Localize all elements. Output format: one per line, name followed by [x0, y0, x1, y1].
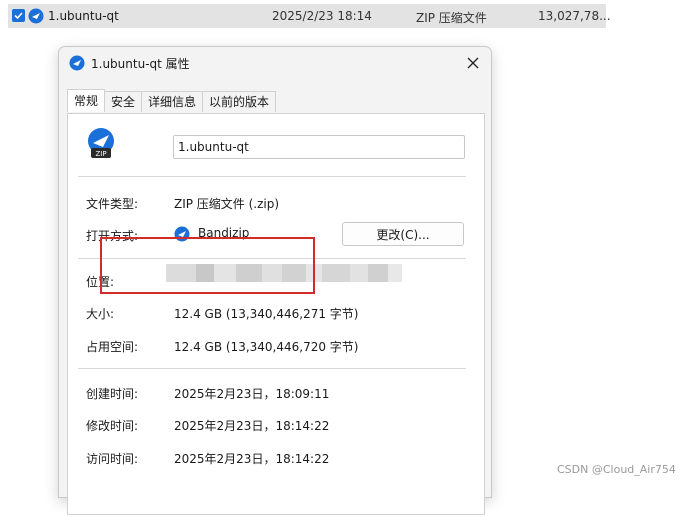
- checkbox-checked-icon[interactable]: [12, 9, 25, 22]
- general-panel: ZIP 文件类型: ZIP 压缩文件 (.zip) 打开方式: Bandizip…: [67, 113, 485, 515]
- bandizip-icon: [28, 8, 44, 24]
- dialog-titlebar[interactable]: 1.ubuntu-qt 属性: [59, 47, 491, 79]
- tab-details[interactable]: 详细信息: [141, 91, 204, 112]
- divider: [78, 176, 466, 177]
- change-button[interactable]: 更改(C)...: [342, 222, 464, 246]
- file-date: 2025/2/23 18:14: [272, 9, 372, 23]
- created-label: 创建时间:: [86, 387, 139, 401]
- size-label: 大小:: [86, 307, 115, 321]
- file-type-label: 文件类型:: [86, 197, 139, 211]
- file-list-row[interactable]: 1.ubuntu-qt 2025/2/23 18:14 ZIP 压缩文件 13,…: [8, 4, 611, 28]
- size-on-disk-value: 12.4 GB (13,340,446,720 字节): [174, 340, 359, 354]
- file-name: 1.ubuntu-qt: [48, 9, 119, 23]
- bandizip-icon: [69, 55, 85, 71]
- dialog-title: 1.ubuntu-qt 属性: [91, 57, 190, 71]
- zip-file-icon: ZIP: [85, 127, 117, 159]
- divider: [78, 368, 466, 369]
- file-type: ZIP 压缩文件: [416, 11, 487, 25]
- created-value: 2025年2月23日，18:09:11: [174, 387, 330, 401]
- watermark: CSDN @Cloud_Air754: [557, 463, 676, 476]
- modified-label: 修改时间:: [86, 419, 139, 433]
- accessed-label: 访问时间:: [86, 452, 139, 466]
- size-value: 12.4 GB (13,340,446,271 字节): [174, 307, 359, 321]
- modified-value: 2025年2月23日，18:14:22: [174, 419, 330, 433]
- size-highlight-box: [100, 237, 315, 294]
- tab-strip: 常规 安全 详细信息 以前的版本: [67, 89, 277, 113]
- svg-text:ZIP: ZIP: [95, 150, 106, 158]
- file-size: 13,027,78...: [538, 9, 611, 23]
- close-button[interactable]: [463, 53, 483, 73]
- tab-general[interactable]: 常规: [67, 89, 106, 112]
- tab-previous-versions[interactable]: 以前的版本: [202, 91, 277, 112]
- filename-input[interactable]: [173, 135, 465, 159]
- close-icon: [467, 57, 479, 69]
- tab-security[interactable]: 安全: [104, 91, 143, 112]
- size-on-disk-label: 占用空间:: [86, 340, 139, 354]
- accessed-value: 2025年2月23日，18:14:22: [174, 452, 330, 466]
- file-type-value: ZIP 压缩文件 (.zip): [174, 197, 280, 211]
